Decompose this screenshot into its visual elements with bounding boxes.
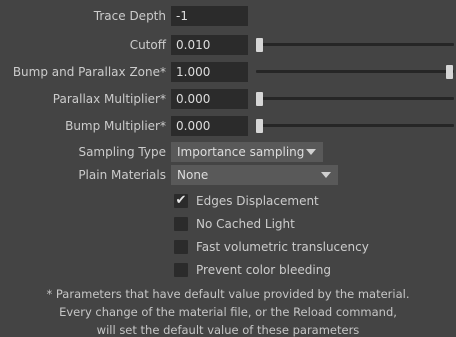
cutoff-slider-handle[interactable]: [256, 38, 263, 52]
cutoff-slider-track[interactable]: [256, 43, 454, 46]
parallax-multiplier-label: Parallax Multiplier*: [52, 92, 166, 106]
check-icon: ✔: [175, 193, 187, 208]
cutoff-field[interactable]: [171, 35, 248, 55]
chevron-down-icon: [321, 172, 331, 178]
footnote-line-1: * Parameters that have default value pro…: [46, 287, 410, 301]
bump-parallax-zone-field[interactable]: [171, 62, 248, 82]
plain-materials-dropdown[interactable]: None: [171, 165, 338, 185]
parallax-multiplier-field[interactable]: [171, 89, 248, 109]
footnote-line-3: will set the default value of these para…: [96, 323, 360, 337]
bump-multiplier-slider-handle[interactable]: [256, 119, 263, 133]
sampling-type-label: Sampling Type: [78, 145, 166, 159]
plain-materials-value: None: [177, 168, 209, 182]
prevent-color-bleeding-label: Prevent color bleeding: [196, 263, 331, 277]
cutoff-label: Cutoff: [129, 38, 166, 52]
plain-materials-label: Plain Materials: [78, 168, 166, 182]
bump-parallax-zone-slider-handle[interactable]: [446, 65, 453, 79]
parallax-multiplier-slider-handle[interactable]: [256, 92, 263, 106]
sampling-type-value: Importance sampling: [177, 145, 305, 159]
parallax-multiplier-slider-track[interactable]: [256, 97, 454, 100]
fast-volumetric-translucency-label: Fast volumetric translucency: [196, 240, 369, 254]
bump-parallax-zone-slider-track[interactable]: [256, 70, 454, 73]
no-cached-light-checkbox[interactable]: [174, 217, 188, 231]
bump-parallax-zone-label: Bump and Parallax Zone*: [12, 65, 166, 79]
sampling-type-dropdown[interactable]: Importance sampling: [171, 142, 323, 162]
trace-depth-label: Trace Depth: [93, 9, 166, 23]
edges-displacement-label: Edges Displacement: [196, 194, 319, 208]
fast-volumetric-translucency-checkbox[interactable]: [174, 240, 188, 254]
chevron-down-icon: [306, 149, 316, 155]
bump-multiplier-slider-track[interactable]: [256, 124, 454, 127]
prevent-color-bleeding-checkbox[interactable]: [174, 263, 188, 277]
trace-depth-field[interactable]: [171, 6, 248, 26]
bump-multiplier-field[interactable]: [171, 116, 248, 136]
footnote-line-2: Every change of the material file, or th…: [59, 305, 397, 319]
no-cached-light-label: No Cached Light: [196, 217, 295, 231]
bump-multiplier-label: Bump Multiplier*: [65, 119, 166, 133]
edges-displacement-checkbox[interactable]: ✔: [174, 194, 188, 208]
